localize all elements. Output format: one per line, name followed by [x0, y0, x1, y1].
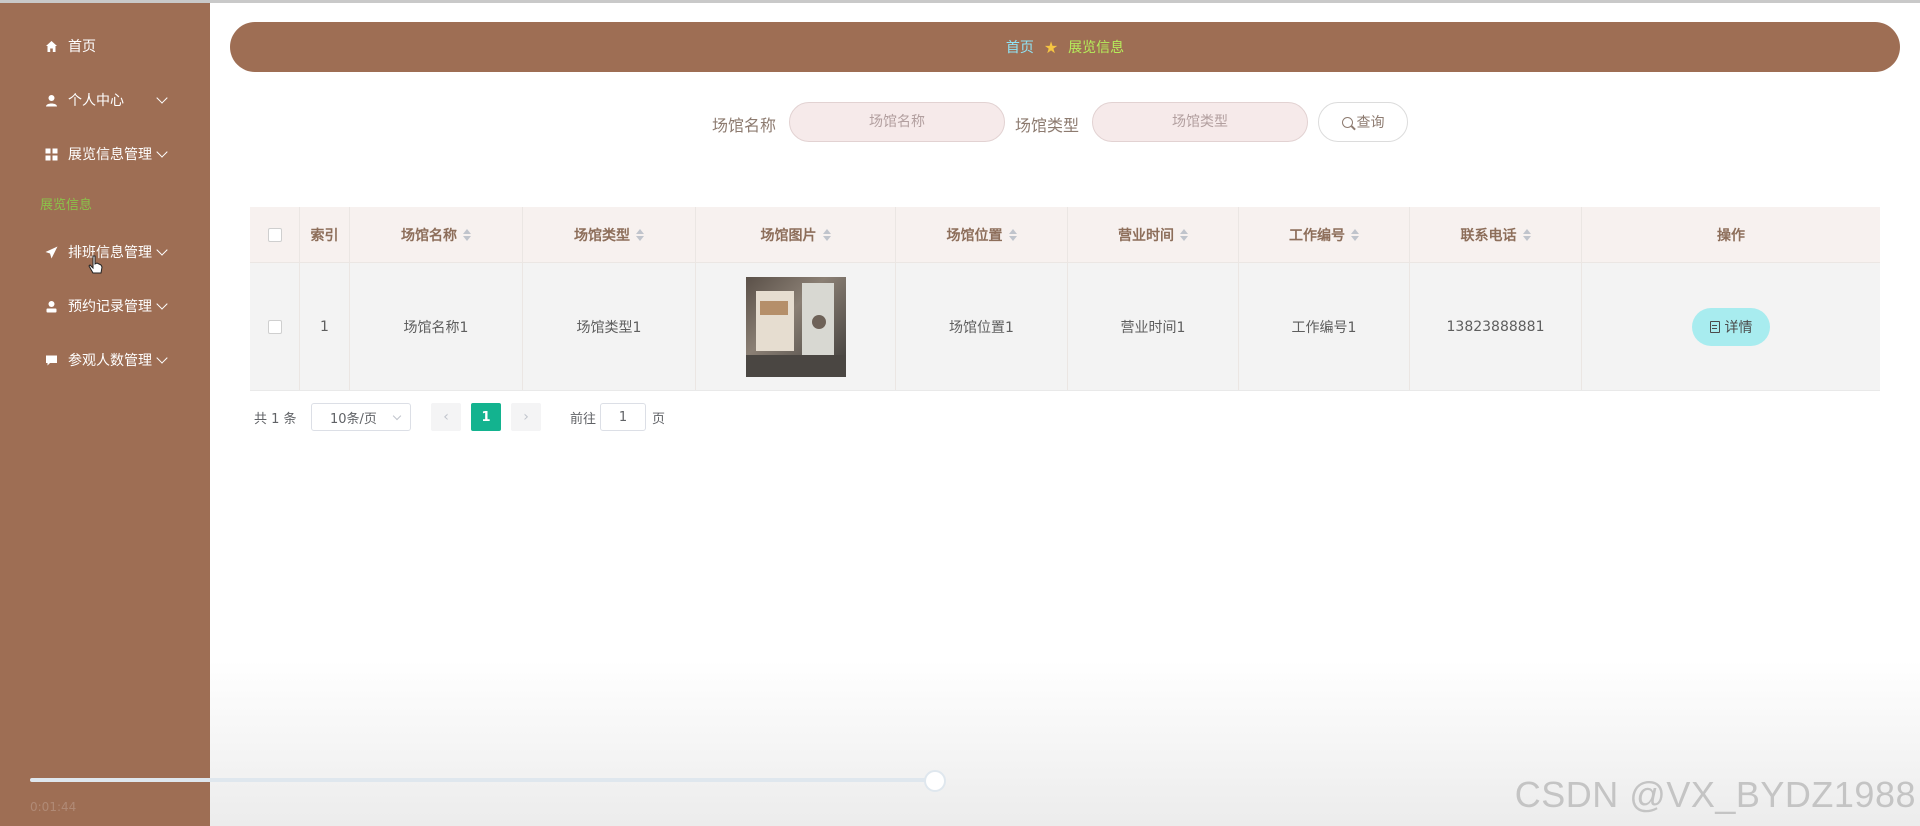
column-header-venue-image[interactable]: 场馆图片 — [696, 207, 896, 262]
chat-icon — [44, 353, 58, 367]
select-all-checkbox[interactable] — [267, 227, 282, 242]
work-number-cell: 工作编号1 — [1239, 263, 1410, 390]
star-icon: ★ — [1043, 37, 1059, 57]
chevron-down-icon — [156, 298, 168, 310]
chevron-down-icon — [156, 92, 168, 104]
detail-button[interactable]: 详情 — [1692, 307, 1770, 346]
row-index: 1 — [300, 263, 350, 390]
column-header-label: 场馆名称 — [401, 227, 457, 244]
sort-icon[interactable] — [1008, 228, 1017, 241]
search-icon — [1341, 116, 1353, 128]
home-icon — [44, 39, 58, 53]
venue-type-cell: 场馆类型1 — [523, 263, 696, 390]
breadcrumb: 首页 ★ 展览信息 — [230, 22, 1900, 72]
sidebar: 首页 个人中心 展览信息管理 展览信息 排班信息管理 预约记录管理 参观人数管理 — [0, 3, 210, 826]
chevron-right-icon: › — [523, 409, 529, 425]
sidebar-item-visitor-count-management[interactable]: 参观人数管理 — [0, 343, 210, 377]
grid-icon — [44, 147, 58, 161]
search-button[interactable]: 查询 — [1318, 102, 1408, 142]
sort-icon[interactable] — [636, 228, 644, 241]
breadcrumb-home-link[interactable]: 首页 — [1006, 37, 1034, 57]
column-header-label: 场馆位置 — [946, 227, 1003, 244]
column-header: 索引 — [300, 207, 350, 262]
venue-image-cell — [696, 263, 896, 390]
video-progress-knob[interactable] — [924, 770, 946, 792]
actions-cell: 详情 — [1582, 263, 1880, 390]
table-header: 索引 场馆名称 场馆类型 场馆图片 场馆位置 营业时间 工作编号 联系电话 操作 — [250, 207, 1880, 263]
chevron-left-icon: ‹ — [443, 409, 449, 425]
prev-page-button[interactable]: ‹ — [431, 403, 461, 431]
sidebar-item-label: 参观人数管理 — [68, 353, 152, 369]
send-icon — [44, 245, 58, 259]
venue-table: 索引 场馆名称 场馆类型 场馆图片 场馆位置 营业时间 工作编号 联系电话 操作… — [250, 207, 1880, 391]
column-header-venue-type[interactable]: 场馆类型 — [523, 207, 696, 262]
column-header-label: 联系电话 — [1460, 227, 1517, 244]
chevron-down-icon — [392, 411, 402, 421]
user-icon — [44, 93, 58, 107]
top-border — [0, 0, 1920, 3]
business-hours-cell: 营业时间1 — [1068, 263, 1239, 390]
column-header-work-number[interactable]: 工作编号 — [1239, 207, 1410, 262]
sidebar-item-label: 预约记录管理 — [68, 299, 152, 315]
chevron-down-icon — [156, 146, 168, 158]
sidebar-item-schedule-management[interactable]: 排班信息管理 — [0, 235, 210, 274]
next-page-button[interactable]: › — [511, 403, 541, 431]
video-progress-bar[interactable] — [30, 778, 935, 782]
sort-icon[interactable] — [822, 228, 831, 241]
sidebar-item-label: 展览信息管理 — [68, 147, 152, 163]
sidebar-item-label: 首页 — [68, 39, 96, 55]
column-header-venue-location[interactable]: 场馆位置 — [896, 207, 1068, 262]
page-number-active[interactable]: 1 — [471, 403, 501, 431]
column-header-business-hours[interactable]: 营业时间 — [1068, 207, 1239, 262]
sidebar-subitem-exhibition-info[interactable]: 展览信息 — [40, 194, 92, 213]
venue-name-label: 场馆名称 — [712, 116, 777, 135]
sidebar-item-home[interactable]: 首页 — [0, 29, 210, 63]
column-header-label: 工作编号 — [1289, 227, 1345, 244]
sidebar-item-reservation-management[interactable]: 预约记录管理 — [0, 289, 210, 323]
row-checkbox[interactable] — [267, 319, 282, 334]
column-header-label: 营业时间 — [1118, 227, 1174, 244]
row-select-cell — [250, 263, 300, 390]
search-button-label: 查询 — [1356, 115, 1385, 131]
column-header-phone[interactable]: 联系电话 — [1410, 207, 1582, 262]
detail-button-label: 详情 — [1724, 319, 1753, 336]
venue-name-cell: 场馆名称1 — [350, 263, 523, 390]
pagination-total: 共 1 条 — [254, 411, 297, 427]
phone-cell: 13823888881 — [1410, 263, 1582, 390]
sort-icon[interactable] — [463, 228, 471, 241]
person-icon — [44, 299, 58, 313]
venue-name-input[interactable]: 场馆名称 — [789, 102, 1005, 142]
goto-page-input[interactable]: 1 — [600, 403, 646, 431]
breadcrumb-current: 展览信息 — [1068, 40, 1125, 56]
venue-photo[interactable] — [745, 276, 846, 377]
chevron-down-icon — [156, 352, 168, 364]
goto-label: 前往 — [570, 411, 597, 427]
column-header-actions: 操作 — [1717, 227, 1745, 244]
sidebar-item-label: 个人中心 — [68, 93, 124, 109]
venue-location-cell: 场馆位置1 — [896, 263, 1068, 390]
column-header-label: 场馆类型 — [574, 227, 630, 244]
document-icon — [1709, 320, 1720, 333]
hand-cursor-icon — [88, 255, 103, 274]
page-suffix-label: 页 — [652, 411, 666, 427]
sidebar-item-personal-center[interactable]: 个人中心 — [0, 83, 210, 117]
sidebar-item-label: 排班信息管理 — [68, 245, 152, 261]
video-time: 0:01:44 — [30, 800, 77, 814]
sidebar-item-exhibition-management[interactable]: 展览信息管理 — [0, 137, 210, 171]
venue-type-label: 场馆类型 — [1015, 116, 1080, 135]
table-row: 1 场馆名称1 场馆类型1 场馆位置1 营业时间1 工作编号1 13823888… — [250, 263, 1880, 391]
sort-icon[interactable] — [1180, 228, 1188, 241]
page-size-select[interactable]: 10条/页 — [311, 403, 411, 431]
column-header-venue-name[interactable]: 场馆名称 — [350, 207, 523, 262]
venue-type-input[interactable]: 场馆类型 — [1092, 102, 1308, 142]
sort-icon[interactable] — [1522, 228, 1531, 241]
chevron-down-icon — [156, 244, 168, 256]
watermark: CSDN @VX_BYDZ1988 — [1514, 774, 1916, 815]
sort-icon[interactable] — [1351, 228, 1359, 241]
select-all-cell — [250, 207, 300, 262]
column-header-label: 场馆图片 — [760, 227, 817, 244]
page-size-value: 10条/页 — [330, 411, 377, 427]
